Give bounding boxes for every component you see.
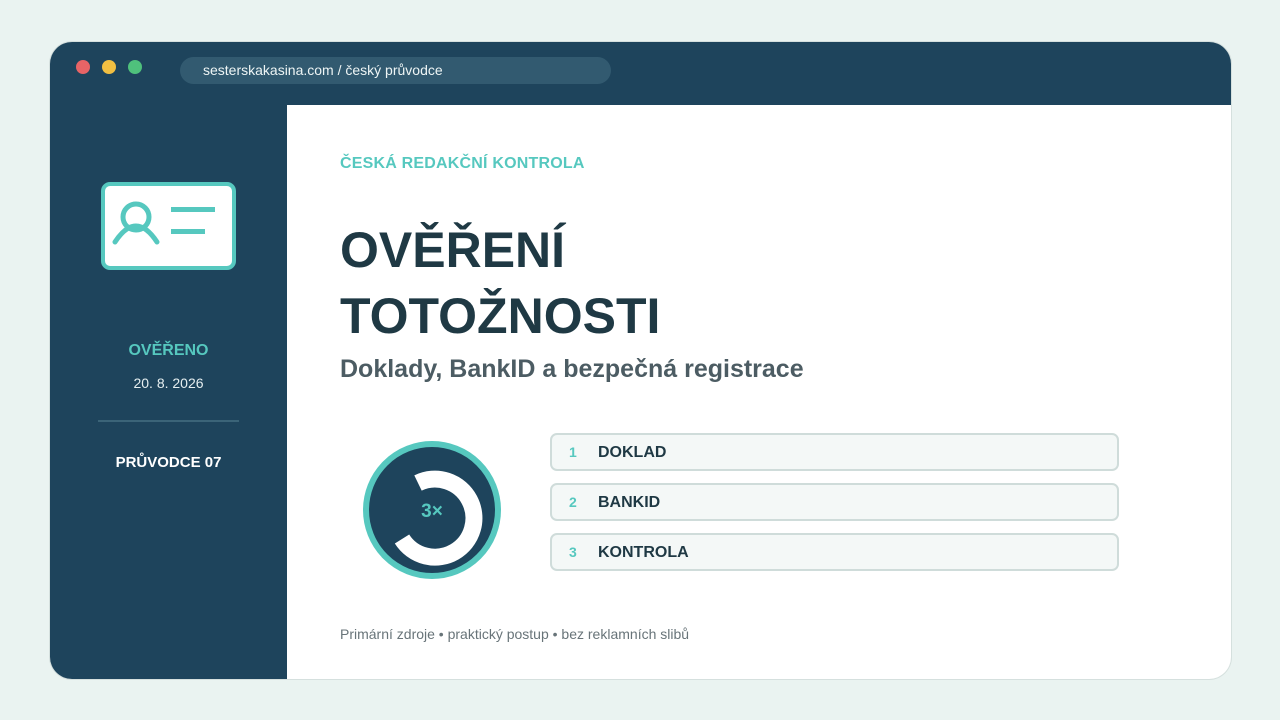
- sidebar: OVĚŘENO 20. 8. 2026 PRŮVODCE 07: [50, 105, 287, 679]
- eyebrow-label: ČESKÁ REDAKČNÍ KONTROLA: [340, 155, 585, 172]
- title-line-2: TOTOŽNOSTI: [340, 288, 661, 344]
- footer-note: Primární zdroje • praktický postup • bez…: [340, 626, 690, 642]
- step-number: 1: [569, 444, 577, 460]
- steps-list: 1 DOKLAD 2 BANKID 3 KONTROLA: [550, 433, 1119, 583]
- verified-date: 20. 8. 2026: [133, 375, 204, 391]
- page-title: OVĚŘENÍ TOTOŽNOSTI: [340, 217, 1040, 349]
- main-content: ČESKÁ REDAKČNÍ KONTROLA OVĚŘENÍ TOTOŽNOS…: [287, 105, 1231, 679]
- close-window-button[interactable]: [76, 60, 90, 74]
- verified-status: OVĚŘENO: [128, 342, 209, 359]
- title-line-1: OVĚŘENÍ: [340, 222, 566, 278]
- step-item-doklad: 1 DOKLAD: [550, 433, 1119, 471]
- step-item-kontrola: 3 KONTROLA: [550, 533, 1119, 571]
- three-times-badge: 3×: [363, 441, 501, 579]
- minimize-window-button[interactable]: [102, 60, 116, 74]
- page-subtitle: Doklady, BankID a bezpečná registrace: [340, 355, 804, 383]
- title-bar: sesterskakasina.com / český průvodce: [50, 42, 1231, 105]
- step-label: DOKLAD: [598, 444, 667, 461]
- step-item-bankid: 2 BANKID: [550, 483, 1119, 521]
- step-number: 2: [569, 494, 577, 510]
- step-label: KONTROLA: [598, 544, 689, 561]
- step-number: 3: [569, 544, 577, 560]
- sidebar-divider: [98, 420, 239, 422]
- id-card-icon: [101, 182, 236, 270]
- step-label: BANKID: [598, 494, 661, 511]
- badge-label: 3×: [421, 501, 443, 522]
- guide-number: PRŮVODCE 07: [115, 454, 222, 471]
- address-bar[interactable]: sesterskakasina.com / český průvodce: [180, 57, 611, 84]
- browser-window: sesterskakasina.com / český průvodce OVĚ…: [50, 42, 1231, 679]
- maximize-window-button[interactable]: [128, 60, 142, 74]
